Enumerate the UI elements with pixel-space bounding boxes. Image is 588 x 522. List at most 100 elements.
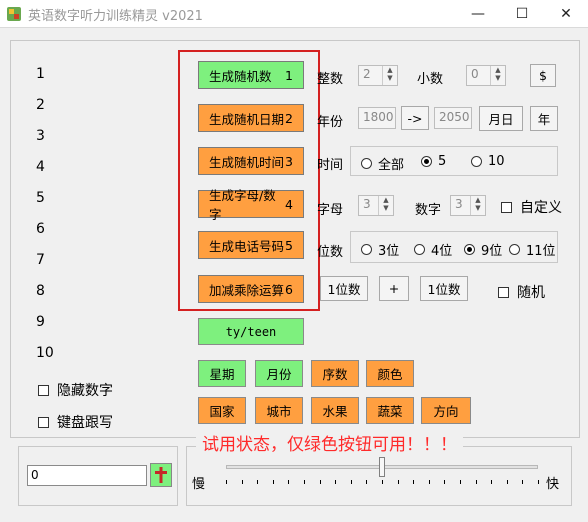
year-button[interactable]: 年 [530,106,558,131]
gen-letters-digits-button[interactable]: 生成字母/数字 4 [198,188,304,222]
slider-tick [475,480,477,484]
spinner-value: 3 [455,197,463,211]
checkbox-box[interactable] [38,416,49,428]
spinner-arrows-icon[interactable]: ▲ ▼ [378,196,393,215]
number-label: 6 [36,221,45,237]
city-button[interactable]: 城市 [255,397,303,424]
integer-label: 整数 [317,72,344,87]
year-to-field[interactable]: 2050 [434,107,472,129]
operator-button[interactable]: + [379,276,409,301]
gen-random-time-button[interactable]: 生成随机时间 3 [198,147,304,175]
radio-label: 5 [438,154,447,169]
radio-label: 9位 [481,244,503,259]
weekday-button[interactable]: 星期 [198,360,246,387]
number-label: 7 [36,252,45,268]
ordinal-button[interactable]: 序数 [311,360,359,387]
radio-dot[interactable] [361,158,372,169]
fruit-button[interactable]: 水果 [311,397,359,424]
button-index: 6 [285,281,293,297]
gen-random-number-button[interactable]: 生成随机数 1 [198,61,304,89]
slider-tick [366,480,368,484]
random-checkbox[interactable]: 随机 [498,282,545,302]
slider-tick [382,480,383,484]
spinner-arrows-icon[interactable]: ▲ ▼ [382,66,397,85]
slider-tick [319,480,321,484]
slider-tick [226,480,227,484]
digits-spinner[interactable]: 3 ▲ ▼ [450,195,486,216]
place-option-4[interactable]: 4位 [414,240,452,259]
spinner-arrows-icon[interactable]: ▲ ▼ [470,196,485,215]
close-button[interactable]: ✕ [544,0,588,28]
radio-dot[interactable] [464,244,475,255]
time-option-10[interactable]: 10 [471,154,505,169]
hide-digits-label: 隐藏数字 [57,383,113,399]
button-index: 1 [285,67,293,83]
place-option-3[interactable]: 3位 [361,240,399,259]
left-operand-button[interactable]: 1位数 [320,276,368,301]
slow-label: 慢 [192,477,206,492]
radio-dot[interactable] [471,156,482,167]
month-button[interactable]: 月份 [255,360,303,387]
letters-spinner[interactable]: 3 ▲ ▼ [358,195,394,216]
button-label: 生成随机日期 [209,111,285,127]
slider-tick [272,480,274,484]
radio-dot[interactable] [361,244,372,255]
integer-spinner[interactable]: 2 ▲ ▼ [358,65,398,86]
right-operand-button[interactable]: 1位数 [420,276,468,301]
speed-slider-thumb[interactable] [379,457,385,477]
time-label: 时间 [317,158,344,173]
radio-dot[interactable] [421,156,432,167]
custom-checkbox[interactable]: 自定义 [501,197,562,217]
slider-tick [304,480,305,484]
fast-label: 快 [546,477,560,492]
year-from-field[interactable]: 1800 [358,107,396,129]
slider-tick [257,480,259,484]
slider-tick [522,480,524,484]
direction-button[interactable]: 方向 [421,397,471,424]
gen-random-date-button[interactable]: 生成随机日期 2 [198,104,304,132]
button-label: 生成电话号码 [209,238,285,254]
maximize-button[interactable]: ☐ [500,0,544,28]
spinner-value: 0 [471,67,479,81]
button-label: 加减乘除运算 [209,282,285,298]
hide-digits-checkbox[interactable]: 隐藏数字 [38,380,113,400]
spinner-arrows-icon[interactable]: ▲ ▼ [490,66,505,85]
answer-input[interactable]: 0 [27,465,147,486]
year-arrow-button[interactable]: -> [401,106,429,130]
slider-tick [428,480,430,484]
place-option-11[interactable]: 11位 [509,240,556,259]
number-label: 9 [36,314,45,330]
color-button[interactable]: 颜色 [366,360,414,387]
arithmetic-button[interactable]: 加减乘除运算 6 [198,275,304,303]
place-option-9[interactable]: 9位 [464,240,502,259]
time-option-all[interactable]: 全部 [361,154,404,173]
minimize-button[interactable]: — [456,0,500,28]
gen-phone-number-button[interactable]: 生成电话号码 5 [198,231,304,259]
places-label: 位数 [317,245,344,260]
country-button[interactable]: 国家 [198,397,246,424]
checkbox-box[interactable] [498,286,509,298]
time-option-5[interactable]: 5 [421,154,446,169]
slider-tick [444,480,446,484]
number-label: 10 [36,345,54,361]
vegetable-button[interactable]: 蔬菜 [366,397,414,424]
slider-tick [506,480,508,484]
radio-dot[interactable] [414,244,425,255]
button-label: 生成随机数 [209,68,272,84]
keyboard-dictation-checkbox[interactable]: 键盘跟写 [38,412,113,432]
dollar-button[interactable]: $ [530,64,556,87]
cross-icon[interactable] [150,463,172,487]
button-index: 5 [285,237,293,253]
month-day-button[interactable]: 月日 [479,106,523,131]
radio-label: 10 [488,154,505,169]
slider-tick [491,480,493,484]
spinner-value: 3 [363,197,371,211]
ty-teen-button[interactable]: ty/teen [198,318,304,345]
checkbox-box[interactable] [38,384,49,396]
decimal-spinner[interactable]: 0 ▲ ▼ [466,65,506,86]
button-index: 3 [285,153,293,169]
checkbox-box[interactable] [501,201,512,213]
radio-dot[interactable] [509,244,520,255]
app-icon [7,7,21,21]
slider-tick [350,480,352,484]
